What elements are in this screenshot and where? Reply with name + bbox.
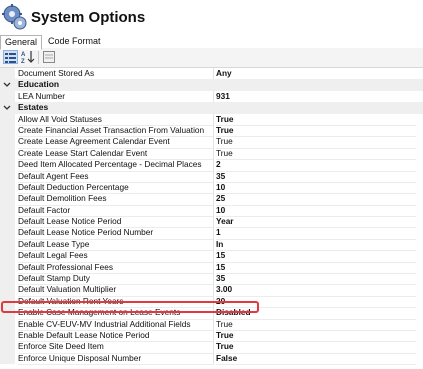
chevron-down-icon[interactable] (3, 102, 12, 113)
row-margin (0, 273, 15, 285)
system-options-gear-icon (2, 3, 28, 31)
svg-text:Z: Z (21, 59, 25, 64)
category-row-education[interactable]: Education (0, 79, 423, 91)
tab-code-format[interactable]: Code Format (44, 35, 105, 48)
property-row[interactable]: Default Valuation Multiplier 3.00 (0, 284, 423, 297)
property-pages-button[interactable] (42, 50, 57, 64)
row-margin (0, 193, 15, 205)
category-row-estates[interactable]: Estates (0, 102, 423, 114)
property-grid: Document Stored As Any Education LEA Number… (0, 68, 423, 366)
property-grid-toolbar: A Z (0, 48, 423, 68)
categorized-view-button[interactable] (3, 50, 18, 64)
property-row[interactable]: Enforce Site Deed Item True (0, 341, 423, 354)
row-margin (0, 68, 15, 80)
categorized-icon (5, 53, 16, 63)
alphabetical-view-button[interactable]: A Z (21, 50, 36, 65)
window-header: System Options (0, 0, 423, 34)
row-margin (0, 318, 15, 330)
row-margin (0, 341, 15, 353)
row-margin (0, 90, 15, 103)
property-row[interactable]: Create Lease Agreement Calendar Event Tru… (0, 136, 423, 149)
property-row[interactable]: Create Financial Asset Transaction From … (0, 124, 423, 138)
property-row[interactable]: Default Stamp Duty 35 (0, 273, 423, 286)
toolbar-divider (38, 51, 39, 64)
row-margin (0, 307, 15, 319)
property-row[interactable]: Enable Default Lease Notice Period True (0, 329, 423, 343)
row-margin (0, 295, 15, 308)
row-margin (0, 113, 15, 125)
property-row[interactable]: Enable Case Management on Lease Events Di… (0, 307, 423, 320)
property-row[interactable]: Default Lease Notice Period Year (0, 216, 423, 229)
page-title: System Options (31, 9, 146, 26)
row-margin (0, 261, 15, 274)
row-margin (0, 238, 15, 251)
property-row[interactable]: Default Deduction Percentage 10 (0, 181, 423, 195)
category-label: Estates (18, 102, 49, 113)
property-row[interactable]: Default Lease Type In (0, 238, 423, 252)
row-margin (0, 136, 15, 148)
property-row[interactable]: Default Agent Fees 35 (0, 170, 423, 183)
property-row[interactable]: Default Demolition Fees 25 (0, 193, 423, 206)
category-label: Education (18, 79, 60, 90)
row-margin (0, 124, 15, 137)
property-row[interactable]: Default Lease Notice Period Number 1 (0, 227, 423, 240)
property-row[interactable]: Default Legal Fees 15 (0, 250, 423, 263)
row-margin (0, 329, 15, 342)
property-row[interactable]: Default Factor 10 (0, 204, 423, 218)
property-row[interactable]: Default Professional Fees 15 (0, 261, 423, 275)
property-row[interactable]: Create Lease Start Calendar Event True (0, 147, 423, 161)
row-margin (0, 204, 15, 217)
row-margin (0, 181, 15, 194)
property-row[interactable]: Enforce Unique Disposal Number False (0, 352, 423, 366)
property-name[interactable]: Enforce Unique Disposal Number (18, 352, 214, 366)
property-value[interactable]: False (216, 353, 416, 366)
property-pages-icon (43, 51, 55, 63)
row-margin (0, 159, 15, 171)
row-margin (0, 352, 15, 365)
chevron-down-icon[interactable] (3, 79, 12, 90)
sort-az-icon: A Z (21, 51, 35, 65)
tab-general[interactable]: General (0, 35, 43, 50)
tab-strip: General Code Format (0, 34, 423, 50)
row-margin (0, 147, 15, 160)
property-row[interactable]: Enable CV-EUV-MV Industrial Additional F… (0, 318, 423, 331)
property-row[interactable]: Allow All Void Statuses True (0, 113, 423, 126)
property-row[interactable]: LEA Number 931 (0, 90, 423, 104)
row-margin (0, 250, 15, 262)
row-margin (0, 216, 15, 228)
row-margin (0, 170, 15, 182)
svg-text:A: A (21, 52, 26, 58)
property-row[interactable]: Deed Item Allocated Percentage - Decimal… (0, 159, 423, 172)
row-margin (0, 284, 15, 296)
property-row[interactable]: Document Stored As Any (0, 68, 423, 81)
row-margin (0, 227, 15, 239)
property-row[interactable]: Default Valuation Rent Years 20 (0, 295, 423, 309)
